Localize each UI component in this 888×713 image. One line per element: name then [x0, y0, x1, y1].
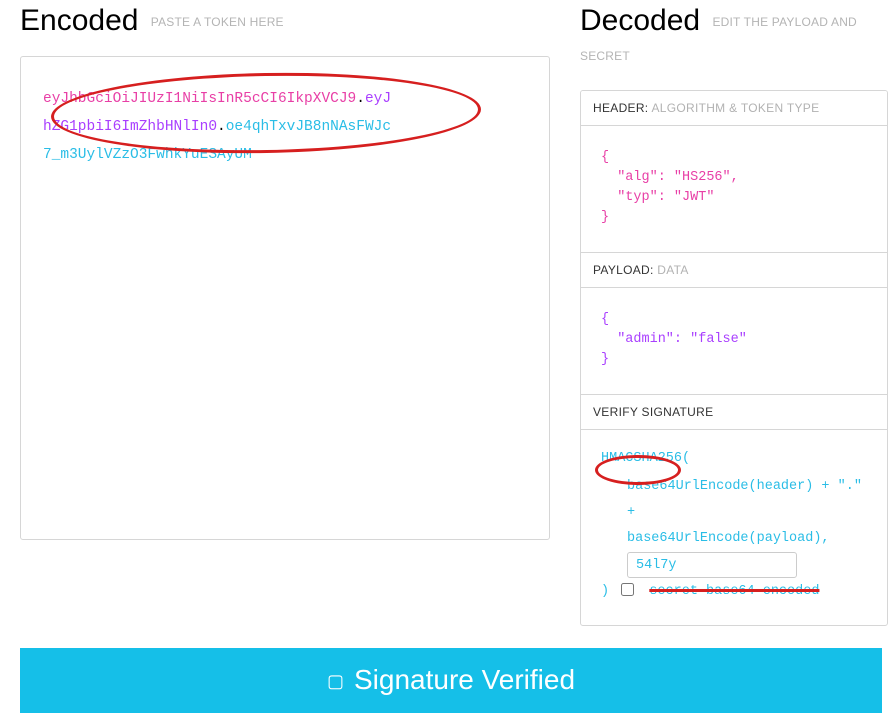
secret-input[interactable]: [627, 552, 797, 578]
payload-section-head: PAYLOAD: DATA: [581, 252, 887, 287]
encoded-editor-box[interactable]: eyJhbGciOiJIUzI1NiIsInR5cCI6IkpXVCJ9.eyJ…: [20, 56, 550, 540]
verify-signature-body: HMACSHA256( base64UrlEncode(header) + ".…: [581, 429, 887, 625]
decoded-title-text: Decoded: [580, 4, 700, 37]
header-section-label: HEADER:: [593, 101, 648, 115]
encoded-token-text[interactable]: eyJhbGciOiJIUzI1NiIsInR5cCI6IkpXVCJ9.eyJ…: [43, 85, 527, 169]
token-dot-2: .: [217, 119, 226, 135]
verify-section-head: VERIFY SIGNATURE: [581, 394, 887, 429]
header-section-head: HEADER: ALGORITHM & TOKEN TYPE: [581, 91, 887, 125]
encoded-subtitle: PASTE A TOKEN HERE: [151, 15, 284, 29]
encoded-title: Encoded PASTE A TOKEN HERE: [20, 4, 550, 38]
checkbox-icon: ▢: [327, 671, 344, 691]
sig-line-3: base64UrlEncode(payload),: [627, 526, 871, 552]
secret-base64-checkbox[interactable]: [621, 583, 634, 596]
payload-section-sub: DATA: [657, 263, 688, 277]
signature-verified-text: Signature Verified: [354, 664, 575, 695]
payload-section-label: PAYLOAD:: [593, 263, 654, 277]
token-payload-segment-a: eyJ: [365, 91, 391, 107]
header-section-sub: ALGORITHM & TOKEN TYPE: [651, 101, 819, 115]
signature-verified-bar[interactable]: ▢ Signature Verified: [20, 648, 882, 713]
header-json-editor[interactable]: { "alg": "HS256", "typ": "JWT" }: [581, 125, 887, 252]
decoded-title: Decoded EDIT THE PAYLOAD AND SECRET: [580, 4, 888, 72]
encoded-title-text: Encoded: [20, 4, 138, 37]
token-header-segment: eyJhbGciOiJIUzI1NiIsInR5cCI6IkpXVCJ9: [43, 91, 356, 107]
token-payload-segment-b: hZG1pbiI6ImZhbHNlIn0: [43, 119, 217, 135]
sig-line-2: base64UrlEncode(header) + "." +: [627, 474, 871, 526]
sig-close-paren: ): [601, 584, 617, 599]
payload-json-editor[interactable]: { "admin": "false" }: [581, 287, 887, 394]
token-dot-1: .: [356, 91, 365, 107]
decoded-panels: HEADER: ALGORITHM & TOKEN TYPE { "alg": …: [580, 90, 888, 626]
sig-line-1: HMACSHA256(: [601, 451, 690, 466]
token-signature-segment-a: oe4qhTxvJB8nNAsFWJc: [226, 119, 391, 135]
verify-section-label: VERIFY SIGNATURE: [593, 405, 713, 419]
token-signature-segment-b: 7_m3UylVZzO3FwhkYuESAyUM: [43, 147, 252, 163]
secret-base64-label: secret base64 encoded: [649, 584, 819, 599]
